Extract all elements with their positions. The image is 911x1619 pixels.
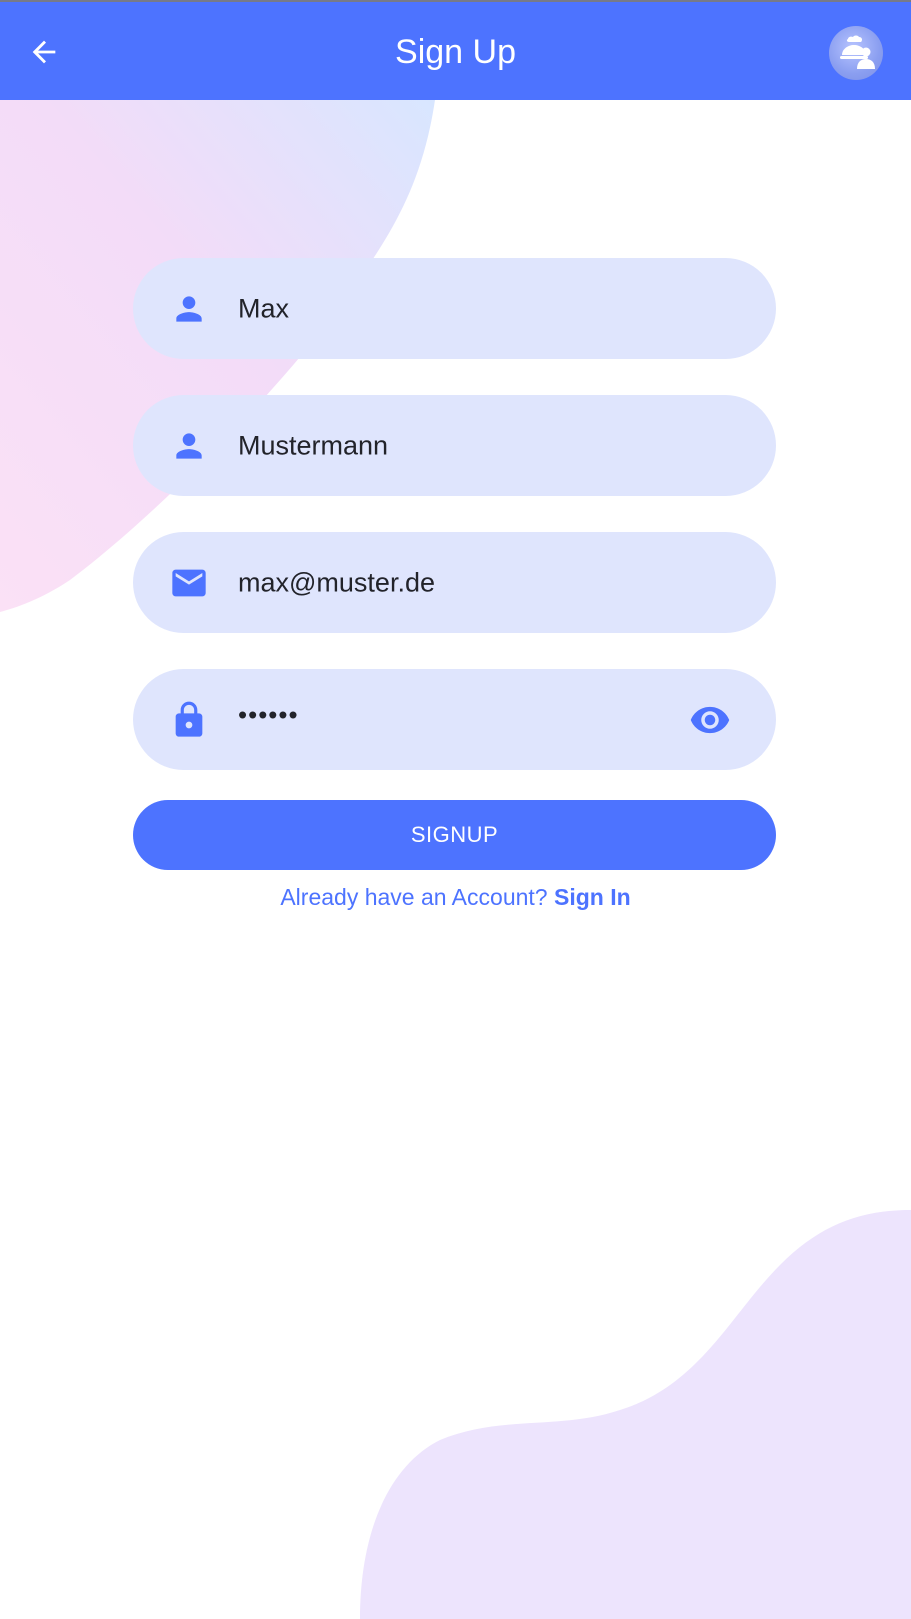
eye-icon — [690, 706, 730, 733]
page-title: Sign Up — [395, 33, 516, 71]
person-icon — [169, 289, 209, 329]
password-field[interactable]: •••••• — [133, 669, 776, 770]
email-value[interactable]: max@muster.de — [238, 567, 435, 598]
signup-button[interactable]: SIGNUP — [133, 800, 776, 870]
app-bar: Sign Up — [0, 0, 911, 100]
signin-prompt-text: Already have an Account? — [280, 884, 554, 910]
avatar[interactable] — [829, 26, 883, 80]
signup-form: Max Mustermann max@muster.de •••••• — [133, 258, 776, 806]
first-name-field[interactable]: Max — [133, 258, 776, 359]
person-icon — [169, 426, 209, 466]
email-field[interactable]: max@muster.de — [133, 532, 776, 633]
lock-icon — [169, 700, 209, 740]
mail-icon — [169, 563, 209, 603]
chef-avatar-icon — [840, 35, 875, 69]
last-name-value[interactable]: Mustermann — [238, 430, 388, 461]
first-name-value[interactable]: Max — [238, 293, 289, 324]
signin-prompt: Already have an Account? Sign In — [0, 884, 911, 911]
signin-link[interactable]: Sign In — [554, 884, 631, 910]
password-value[interactable]: •••••• — [238, 699, 299, 730]
toggle-password-visibility-button[interactable] — [688, 698, 732, 742]
last-name-field[interactable]: Mustermann — [133, 395, 776, 496]
